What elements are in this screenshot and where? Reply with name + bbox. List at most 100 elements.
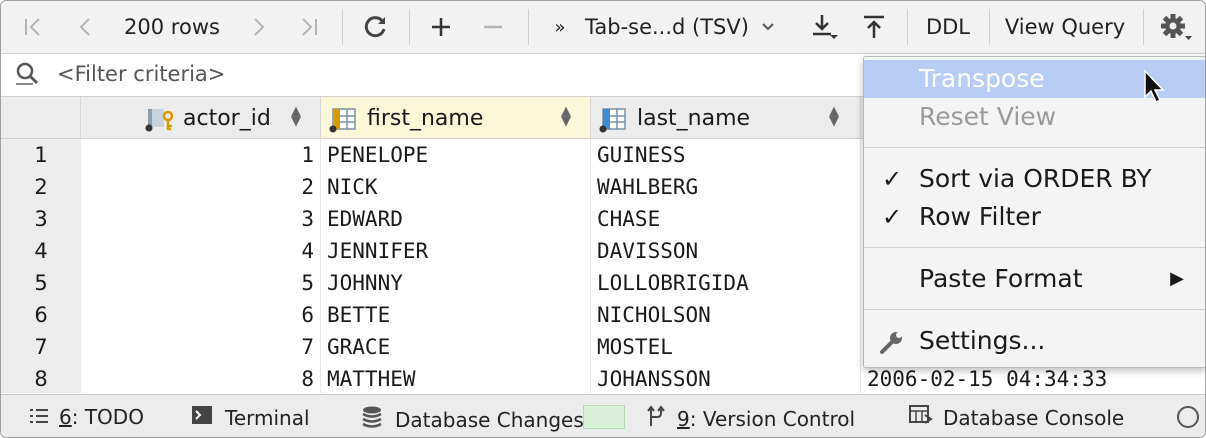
cell-first-name[interactable]: GRACE: [321, 331, 591, 363]
next-page-icon[interactable]: [241, 1, 277, 53]
view-query-button[interactable]: View Query: [999, 1, 1131, 53]
cell-actor-id[interactable]: 4: [81, 235, 321, 267]
list-icon: [29, 405, 49, 429]
cell-last-name[interactable]: GUINESS: [591, 139, 861, 171]
cell-first-name[interactable]: NICK: [321, 171, 591, 203]
ddl-button[interactable]: DDL: [917, 1, 979, 53]
todo-label: : TODO: [71, 405, 144, 429]
sort-icon[interactable]: ▲ ▼: [561, 105, 571, 128]
event-log-icon[interactable]: [1175, 404, 1201, 434]
cell-last-name[interactable]: WAHLBERG: [591, 171, 861, 203]
row-number: 6: [1, 299, 81, 331]
database-icon: [361, 405, 383, 434]
database-changes-tool-button[interactable]: Database Changes: [361, 405, 584, 434]
cell-actor-id[interactable]: 2: [81, 171, 321, 203]
version-control-shortcut: 9: [677, 406, 690, 431]
previous-page-icon[interactable]: [67, 1, 103, 53]
row-number: 7: [1, 331, 81, 363]
menu-separator: [864, 309, 1205, 310]
cell-last-name[interactable]: MOSTEL: [591, 331, 861, 363]
last-page-icon[interactable]: [291, 1, 327, 53]
mouse-cursor-icon: [1143, 69, 1167, 109]
database-console-tool-button[interactable]: Database Console: [909, 405, 1124, 430]
submenu-arrow-icon: ▶: [1170, 268, 1184, 289]
upload-icon[interactable]: [855, 1, 893, 53]
version-control-label: : Version Control: [689, 406, 856, 431]
rows-count-button[interactable]: 200 rows: [113, 1, 231, 53]
cell-last-name[interactable]: DAVISSON: [591, 235, 861, 267]
row-number: 5: [1, 267, 81, 299]
column-header-first-name[interactable]: first_name ▲ ▼: [321, 97, 591, 139]
menu-item-label: Paste Format: [919, 264, 1083, 293]
check-icon: ✓: [882, 203, 903, 231]
primary-key-column-icon: [145, 107, 177, 137]
menu-item-sort-order-by[interactable]: ✓ Sort via ORDER BY: [864, 160, 1205, 198]
data-editor-window: 200 rows » Tab-se...d (TSV) DDL View Que…: [0, 0, 1206, 438]
toolbar-separator: [409, 9, 410, 45]
console-icon: [909, 405, 933, 430]
terminal-icon: [191, 405, 213, 430]
filter-input[interactable]: <Filter criteria>: [57, 62, 225, 86]
cell-actor-id[interactable]: 1: [81, 139, 321, 171]
column-name: last_name: [637, 106, 751, 131]
menu-item-label: Settings...: [919, 326, 1046, 355]
cell-first-name[interactable]: EDWARD: [321, 203, 591, 235]
cell-last-name[interactable]: NICHOLSON: [591, 299, 861, 331]
cell-last-name[interactable]: CHASE: [591, 203, 861, 235]
check-icon: ✓: [882, 165, 903, 193]
status-bar: 6: TODO Terminal Database Changes 9: Ver…: [1, 394, 1205, 437]
branch-icon: [647, 405, 667, 432]
add-row-icon[interactable]: [423, 1, 459, 53]
column-icon: [599, 107, 629, 137]
cell-actor-id[interactable]: 5: [81, 267, 321, 299]
cell-actor-id[interactable]: 6: [81, 299, 321, 331]
toolbar-separator: [342, 9, 343, 45]
menu-item-label: Reset View: [919, 102, 1057, 131]
cell-first-name[interactable]: JENNIFER: [321, 235, 591, 267]
row-number: 4: [1, 235, 81, 267]
todo-tool-button[interactable]: 6: TODO: [29, 405, 144, 429]
refresh-icon[interactable]: [357, 1, 395, 53]
cell-first-name[interactable]: BETTE: [321, 299, 591, 331]
cell-first-name[interactable]: PENELOPE: [321, 139, 591, 171]
toolbar: 200 rows » Tab-se...d (TSV) DDL View Que…: [1, 1, 1205, 54]
row-number-header: [1, 97, 81, 139]
menu-item-label: Sort via ORDER BY: [919, 164, 1152, 193]
cell-first-name[interactable]: JOHNNY: [321, 267, 591, 299]
cell-actor-id[interactable]: 8: [81, 363, 321, 393]
chevron-down-icon[interactable]: [757, 1, 779, 53]
remove-row-icon[interactable]: [475, 1, 511, 53]
row-number: 3: [1, 203, 81, 235]
first-page-icon[interactable]: [15, 1, 51, 53]
column-header-actor-id[interactable]: actor_id ▲ ▼: [81, 97, 321, 139]
more-icon[interactable]: »: [549, 1, 571, 53]
menu-item-settings[interactable]: Settings...: [864, 322, 1205, 360]
cell-last-name[interactable]: JOHANSSON: [591, 363, 861, 393]
column-header-last-name[interactable]: last_name ▲ ▼: [591, 97, 861, 139]
row-number: 2: [1, 171, 81, 203]
download-icon[interactable]: [805, 1, 843, 53]
column-name: actor_id: [183, 106, 271, 131]
change-indicator: [583, 405, 625, 429]
terminal-label: Terminal: [225, 405, 310, 430]
toolbar-separator: [989, 9, 990, 45]
column-name: first_name: [367, 106, 484, 131]
cell-actor-id[interactable]: 3: [81, 203, 321, 235]
menu-item-row-filter[interactable]: ✓ Row Filter: [864, 198, 1205, 236]
export-format-dropdown[interactable]: Tab-se...d (TSV): [585, 1, 757, 53]
menu-item-label: Transpose: [919, 64, 1045, 93]
toolbar-separator: [528, 9, 529, 45]
toolbar-separator: [1143, 9, 1144, 45]
sort-icon[interactable]: ▲ ▼: [291, 105, 301, 128]
cell-last-name[interactable]: LOLLOBRIGIDA: [591, 267, 861, 299]
terminal-tool-button[interactable]: Terminal: [191, 405, 310, 430]
cell-actor-id[interactable]: 7: [81, 331, 321, 363]
database-changes-label: Database Changes: [395, 407, 584, 432]
menu-item-paste-format[interactable]: Paste Format ▶: [864, 260, 1205, 298]
toolbar-separator: [907, 9, 908, 45]
gear-icon[interactable]: [1153, 1, 1199, 53]
search-filter-icon: [13, 60, 41, 92]
cell-first-name[interactable]: MATTHEW: [321, 363, 591, 393]
version-control-tool-button[interactable]: 9: Version Control: [647, 405, 855, 432]
sort-icon[interactable]: ▲ ▼: [829, 105, 839, 128]
